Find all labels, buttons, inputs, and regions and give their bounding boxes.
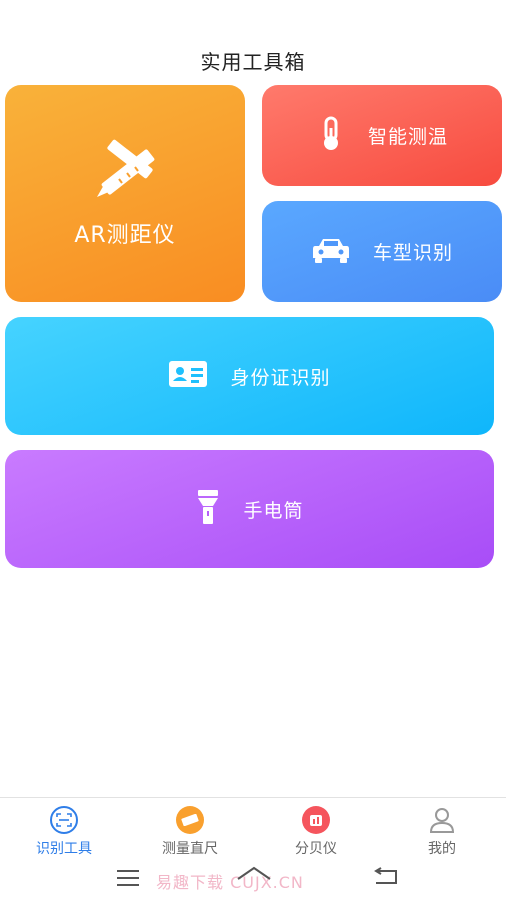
- page-title: 实用工具箱: [200, 50, 306, 74]
- menu-icon[interactable]: [116, 869, 140, 891]
- system-navigation-bar: 易趣下载 CUJX.CN: [0, 857, 506, 900]
- tab-label: 分贝仪: [295, 841, 337, 857]
- ruler-pencil-icon: [89, 139, 161, 207]
- id-card-recognition-card[interactable]: 身份证识别: [5, 317, 494, 435]
- flashlight-label: 手电筒: [243, 499, 304, 522]
- tab-label: 测量直尺: [162, 841, 218, 857]
- car-icon: [311, 236, 351, 268]
- flashlight-card[interactable]: 手电筒: [5, 450, 494, 568]
- id-card-icon: [168, 360, 208, 392]
- person-icon: [428, 806, 456, 834]
- decibel-icon: [302, 806, 330, 834]
- tab-mine[interactable]: 我的: [392, 806, 492, 858]
- watermark: 易趣下载 CUJX.CN: [156, 873, 304, 892]
- temperature-card[interactable]: 智能测温: [262, 85, 502, 186]
- scan-icon: [50, 806, 78, 834]
- car-recognition-label: 车型识别: [372, 242, 453, 264]
- ruler-icon: [176, 806, 204, 834]
- tab-recognition-tools[interactable]: 识别工具: [14, 806, 114, 858]
- id-card-recognition-label: 身份证识别: [230, 366, 331, 389]
- thermometer-icon: [316, 116, 346, 156]
- tab-decibel-meter[interactable]: 分贝仪: [266, 806, 366, 858]
- tab-label: 识别工具: [36, 841, 92, 857]
- home-icon[interactable]: [236, 865, 272, 891]
- ar-measure-card[interactable]: AR测距仪: [5, 85, 245, 302]
- bottom-tab-bar: 识别工具 测量直尺 分贝仪 我的: [0, 797, 506, 858]
- flashlight-icon: [195, 489, 221, 529]
- tab-measure-ruler[interactable]: 测量直尺: [140, 806, 240, 858]
- car-recognition-card[interactable]: 车型识别: [262, 201, 502, 302]
- back-icon[interactable]: [372, 867, 400, 891]
- temperature-label: 智能测温: [367, 126, 448, 148]
- tab-label: 我的: [428, 841, 456, 857]
- ar-measure-label: AR测距仪: [74, 222, 176, 248]
